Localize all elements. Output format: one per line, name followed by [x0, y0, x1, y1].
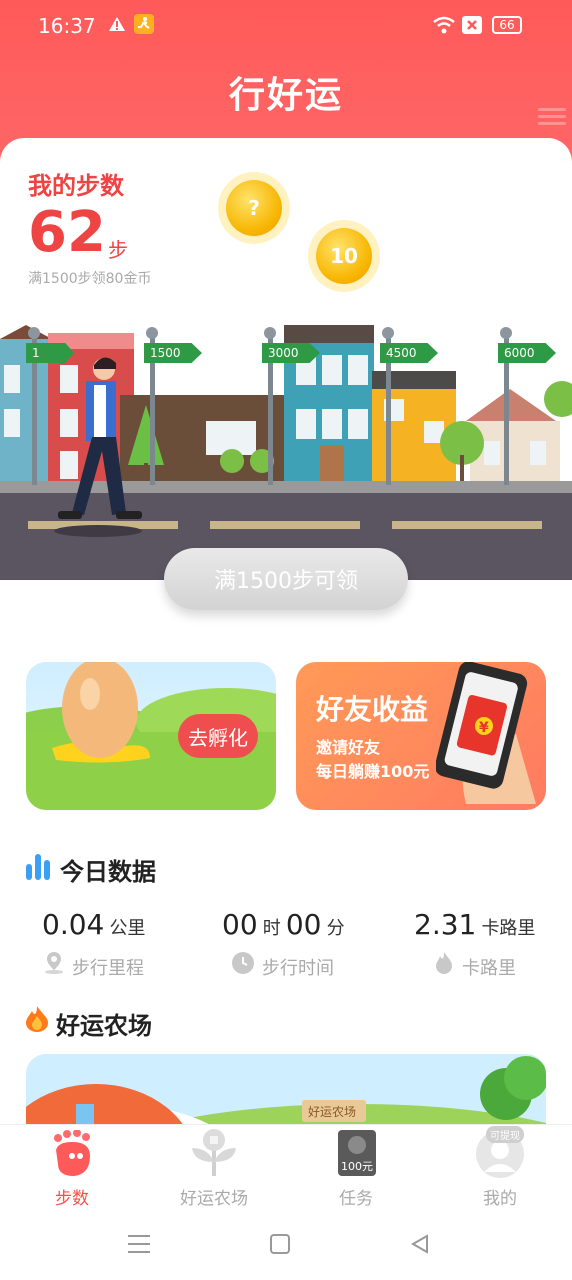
- walk-time-stat: 00 时 00 分: [222, 908, 345, 941]
- street-scene: 1 1500 3000 4500 6000: [0, 325, 572, 580]
- milestone-sign-1: 1: [26, 343, 74, 363]
- milestone-label: 1: [32, 346, 40, 360]
- home-icon[interactable]: [270, 1234, 290, 1254]
- task-badge-text: 100元: [341, 1160, 373, 1173]
- system-nav-bar: [0, 1220, 572, 1280]
- claim-button[interactable]: 满1500步可领: [164, 548, 408, 610]
- hours-value: 00: [222, 908, 258, 941]
- milestone-sign-1500: 1500: [144, 343, 202, 363]
- tab-mine[interactable]: 可提现 我的: [450, 1126, 550, 1216]
- coin-mystery[interactable]: ?: [226, 180, 282, 236]
- no-sim-icon: [462, 16, 482, 34]
- minutes-unit: 分: [326, 918, 345, 939]
- street-illustration: [0, 325, 572, 580]
- milestone-label: 3000: [268, 346, 299, 360]
- menu-icon[interactable]: [538, 104, 566, 128]
- status-bar: 16:37 66: [0, 0, 572, 52]
- sprout-icon: [192, 1129, 236, 1176]
- tab-steps[interactable]: 步数: [22, 1126, 122, 1216]
- my-steps-title: 我的步数: [28, 172, 124, 200]
- distance-label: 步行里程: [72, 958, 144, 979]
- fire-icon: [26, 1006, 48, 1032]
- milestone-label: 1500: [150, 346, 181, 360]
- milestone-sign-6000: 6000: [498, 343, 556, 363]
- walk-time-label: 步行时间: [262, 958, 334, 979]
- milestone-sign-4500: 4500: [380, 343, 438, 363]
- phone-red-packet-illustration: ¥: [436, 662, 536, 804]
- tab-label: 步数: [55, 1189, 89, 1209]
- warning-icon: [109, 17, 125, 31]
- tab-label: 好运农场: [180, 1189, 248, 1209]
- tab-label: 任务: [339, 1189, 373, 1209]
- distance-unit: 公里: [109, 918, 146, 939]
- tab-label: 我的: [483, 1189, 517, 1209]
- distance-value: 0.04: [42, 908, 105, 941]
- hatch-button[interactable]: 去孵化: [178, 714, 258, 758]
- milestone-sign-3000: 3000: [262, 343, 320, 363]
- step-reward-hint: 满1500步领80金币: [28, 271, 152, 287]
- coin-10-label: 10: [330, 244, 358, 268]
- status-time: 16:37: [38, 14, 96, 38]
- friend-income-title: 好友收益: [316, 693, 429, 726]
- recents-menu-icon[interactable]: [128, 1234, 150, 1254]
- friend-income-line2: 每日躺赚100元: [316, 762, 430, 781]
- app-title: 行好运: [228, 75, 343, 116]
- friend-income-line1: 邀请好友: [316, 738, 381, 757]
- tab-lucky-farm[interactable]: 好运农场: [164, 1126, 264, 1216]
- farm-sign-text: 好运农场: [308, 1105, 356, 1119]
- back-icon[interactable]: [410, 1234, 430, 1254]
- distance-stat: 0.04 公里: [42, 908, 145, 941]
- coin-badge-icon: [348, 1136, 366, 1154]
- battery-icon: 66: [492, 16, 522, 34]
- flame-icon: [436, 952, 452, 974]
- today-data-title: 今日数据: [60, 858, 156, 886]
- bar-chart-icon: [26, 854, 50, 880]
- calorie-value: 2.31: [414, 908, 477, 941]
- clock-icon: [232, 952, 254, 974]
- yuan-sign: ¥: [479, 720, 489, 736]
- hours-unit: 时: [262, 918, 281, 939]
- main-card: [0, 138, 572, 1138]
- wifi-icon: [433, 16, 455, 34]
- task-reward-icon: 100元: [338, 1130, 376, 1176]
- tab-tasks[interactable]: 100元 任务: [306, 1126, 406, 1216]
- location-icon: [45, 952, 63, 974]
- calorie-label: 卡路里: [462, 958, 516, 979]
- calorie-unit: 卡路里: [481, 918, 536, 939]
- withdraw-badge: 可提现: [486, 1126, 524, 1143]
- step-unit: 步: [108, 238, 128, 262]
- battery-level: 66: [499, 18, 515, 32]
- coin-10[interactable]: 10: [316, 228, 372, 284]
- footprint-icon: [54, 1130, 90, 1176]
- calorie-stat: 2.31 卡路里: [414, 908, 535, 941]
- minutes-value: 00: [285, 908, 322, 941]
- step-count: 62: [28, 200, 106, 265]
- milestone-label: 4500: [386, 346, 417, 360]
- milestone-label: 6000: [504, 346, 535, 360]
- farm-section-title: 好运农场: [56, 1012, 152, 1040]
- runner-app-icon: [134, 14, 154, 34]
- coin-mystery-label: ?: [248, 196, 260, 220]
